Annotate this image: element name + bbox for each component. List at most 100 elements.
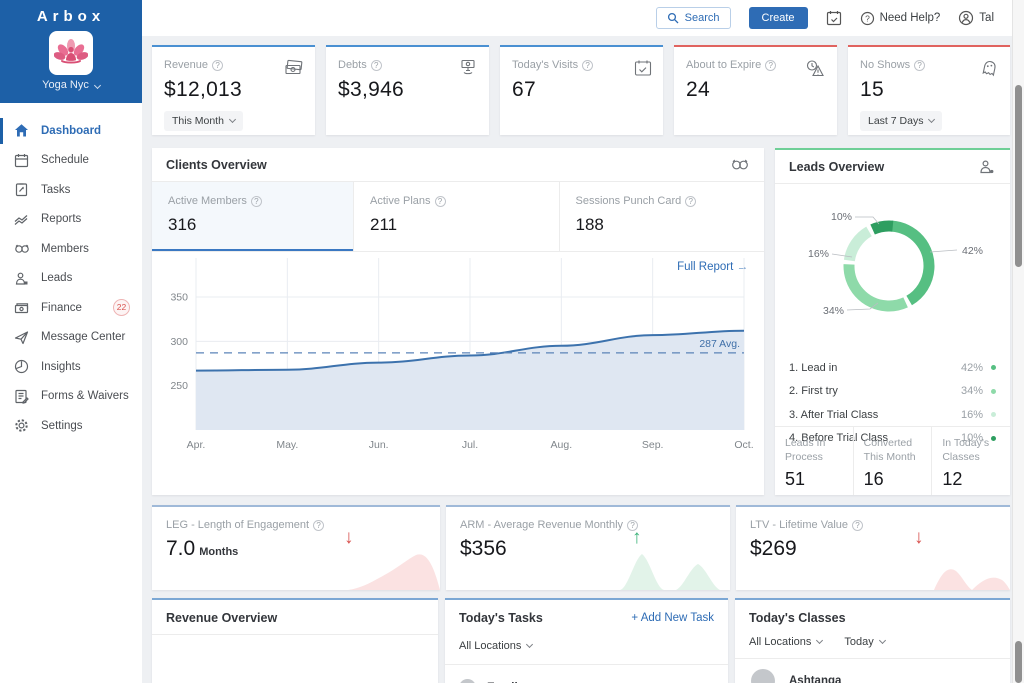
task-list: Email bbox=[445, 665, 728, 683]
svg-text:Sep.: Sep. bbox=[642, 439, 664, 451]
expire-clock-icon bbox=[804, 59, 826, 83]
search-icon bbox=[667, 12, 679, 24]
tab-sessions-punch-card[interactable]: Sessions Punch Card 188 bbox=[560, 182, 765, 251]
create-button[interactable]: Create bbox=[748, 7, 808, 29]
classes-location-filter[interactable]: All Locations bbox=[749, 636, 824, 648]
leads-in-process: Leads In Process 51 bbox=[775, 427, 854, 495]
gear-icon bbox=[14, 418, 30, 434]
lead-person-icon bbox=[14, 270, 30, 286]
members-icon bbox=[732, 159, 748, 170]
help-icon[interactable] bbox=[852, 519, 864, 531]
class-list: Ashtanga bbox=[735, 659, 1010, 683]
location-switcher[interactable]: Yoga Nyc bbox=[0, 79, 142, 91]
need-help-button[interactable]: ? Need Help? bbox=[860, 11, 940, 26]
sidebar-item-reports[interactable]: Reports bbox=[0, 205, 142, 235]
chevron-down-icon bbox=[816, 636, 824, 645]
ltv-sparkline bbox=[910, 569, 1010, 590]
sidebar-item-settings[interactable]: Settings bbox=[0, 411, 142, 441]
top-bar: Search Create ? Need Help? Tal bbox=[142, 0, 1012, 36]
in-todays-classes: In Today's Classes 12 bbox=[942, 437, 990, 490]
document-icon bbox=[14, 388, 30, 404]
ltv-kpi-card: LTV - Lifetime Value $269 bbox=[736, 505, 1010, 590]
class-avatar bbox=[751, 669, 775, 683]
sidebar-item-members[interactable]: Members bbox=[0, 234, 142, 264]
legend-dot bbox=[991, 365, 996, 371]
sidebar-item-forms-waivers[interactable]: Forms & Waivers bbox=[0, 382, 142, 412]
sidebar-item-dashboard[interactable]: Dashboard bbox=[0, 116, 142, 146]
clients-overview-panel: Clients Overview Active Members 316 Acti… bbox=[152, 148, 764, 495]
svg-text:287 Avg.: 287 Avg. bbox=[699, 338, 740, 350]
help-icon[interactable] bbox=[765, 59, 777, 71]
chevron-down-icon bbox=[878, 636, 886, 645]
todays-tasks-panel: Today's Tasks + Add New Task All Locatio… bbox=[445, 598, 728, 683]
leads-overview-panel: Leads Overview 42% 10% 16% 34% 1. Lead i… bbox=[775, 148, 1010, 495]
ghost-icon bbox=[980, 59, 999, 83]
arm-kpi-card: ARM - Average Revenue Monthly $356 bbox=[446, 505, 730, 590]
legend-dot bbox=[991, 388, 996, 394]
revenue-value: $12,013 bbox=[164, 78, 243, 101]
sidebar-item-insights[interactable]: Insights bbox=[0, 352, 142, 382]
calendar-icon bbox=[14, 152, 30, 168]
user-menu[interactable]: Tal bbox=[958, 10, 994, 26]
leads-overview-title: Leads Overview bbox=[789, 159, 885, 174]
svg-text:300: 300 bbox=[170, 336, 188, 348]
sidebar-item-message-center[interactable]: Message Center bbox=[0, 323, 142, 353]
pie-clock-icon bbox=[14, 359, 30, 375]
classes-day-filter[interactable]: Today bbox=[844, 636, 886, 648]
no-shows-value: 15 bbox=[860, 78, 884, 101]
add-new-task-link[interactable]: + Add New Task bbox=[631, 612, 714, 624]
debts-value: $3,946 bbox=[338, 78, 405, 101]
clients-tabs: Active Members 316 Active Plans 211 Sess… bbox=[152, 182, 764, 252]
money-icon bbox=[14, 300, 30, 316]
search-button[interactable]: Search bbox=[655, 7, 731, 29]
help-icon bbox=[250, 195, 262, 207]
revenue-card: Revenue $12,013 This Month bbox=[152, 45, 315, 135]
help-icon[interactable] bbox=[212, 59, 224, 71]
calendar-check-icon bbox=[634, 59, 652, 82]
lead-gear-icon bbox=[980, 159, 994, 173]
svg-text:Jun.: Jun. bbox=[369, 439, 389, 451]
chevron-down-icon bbox=[526, 640, 534, 649]
scrollbar-thumb[interactable] bbox=[1015, 85, 1022, 267]
about-to-expire-card: About to Expire 24 bbox=[674, 45, 837, 135]
svg-text:Oct.: Oct. bbox=[734, 439, 753, 451]
members-icon bbox=[14, 241, 30, 257]
svg-text:250: 250 bbox=[170, 380, 188, 392]
lotus-icon bbox=[54, 39, 88, 64]
tab-active-plans[interactable]: Active Plans 211 bbox=[354, 182, 560, 251]
sidebar-item-schedule[interactable]: Schedule bbox=[0, 146, 142, 176]
scrollbar-thumb-secondary[interactable] bbox=[1015, 641, 1022, 683]
active-members-chart: 250 300 350 287 Avg. Apr. May. Jun. Jul. Aug. Sep… bbox=[158, 252, 758, 470]
tasks-location-filter[interactable]: All Locations bbox=[459, 640, 534, 652]
no-shows-period-dropdown[interactable]: Last 7 Days bbox=[860, 111, 943, 131]
leg-sparkline bbox=[348, 554, 440, 590]
money-hand-icon bbox=[458, 59, 478, 82]
help-icon[interactable] bbox=[582, 59, 594, 71]
sidebar-item-leads[interactable]: Leads bbox=[0, 264, 142, 294]
donut-label-16: 16% bbox=[808, 248, 829, 260]
revenue-overview-panel: Revenue Overview 20K bbox=[152, 598, 438, 683]
legend-item: 2. First try 34% bbox=[789, 380, 996, 404]
brand-header: Arbox Yoga Nyc bbox=[0, 0, 142, 103]
converted-this-month: Converted This Month 16 bbox=[854, 427, 933, 495]
donut-label-10: 10% bbox=[831, 211, 852, 223]
sidebar-item-tasks[interactable]: Tasks bbox=[0, 175, 142, 205]
svg-text:?: ? bbox=[865, 13, 870, 23]
help-icon[interactable] bbox=[313, 519, 325, 531]
sidebar-item-finance[interactable]: Finance 22 bbox=[0, 293, 142, 323]
svg-text:May.: May. bbox=[276, 439, 298, 451]
help-icon[interactable] bbox=[914, 59, 926, 71]
todays-classes-panel: Today's Classes All Locations Today Asht… bbox=[735, 598, 1010, 683]
svg-text:Aug.: Aug. bbox=[551, 439, 573, 451]
help-icon[interactable] bbox=[370, 59, 382, 71]
no-shows-card: No Shows 15 Last 7 Days bbox=[848, 45, 1010, 135]
calendar-button[interactable] bbox=[826, 10, 842, 26]
finance-badge: 22 bbox=[113, 299, 130, 317]
brand-logo: Arbox bbox=[36, 8, 106, 25]
task-type-icon bbox=[459, 679, 476, 683]
tab-active-members[interactable]: Active Members 316 bbox=[152, 182, 354, 251]
revenue-period-dropdown[interactable]: This Month bbox=[164, 111, 243, 131]
chevron-down-icon bbox=[228, 115, 236, 124]
legend-dot bbox=[991, 412, 996, 418]
leads-mini-stats: Leads In Process 51 Converted This Month 1… bbox=[775, 426, 1010, 495]
